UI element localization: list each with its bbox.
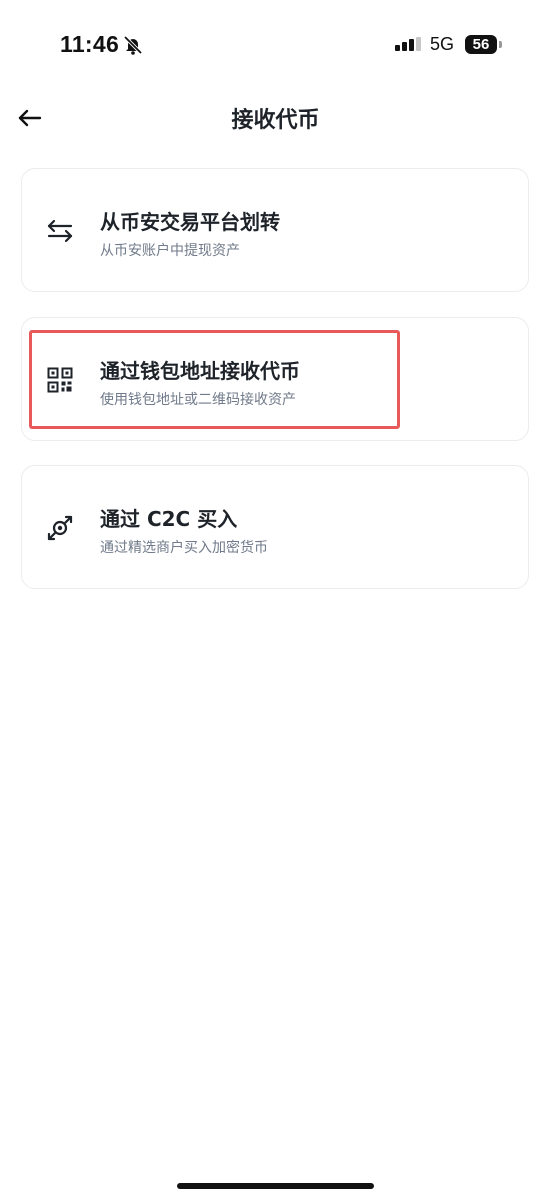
signal-icon bbox=[395, 37, 421, 51]
transfer-arrows-icon bbox=[47, 219, 73, 243]
status-time: 11:46 bbox=[60, 31, 120, 57]
status-bar: 11:46 5G 56 bbox=[0, 0, 551, 90]
option-title: 从币安交易平台划转 bbox=[100, 210, 280, 234]
network-label: 5G bbox=[430, 34, 455, 54]
option-subtitle: 使用钱包地址或二维码接收资产 bbox=[100, 392, 296, 408]
page-title: 接收代币 bbox=[231, 108, 320, 133]
option-wallet-address[interactable]: 通过钱包地址接收代币 使用钱包地址或二维码接收资产 bbox=[21, 317, 529, 441]
option-c2c-buy[interactable]: 通过 C2C 买入 通过精选商户买入加密货币 bbox=[21, 465, 529, 589]
bell-off-icon bbox=[123, 35, 143, 55]
option-exchange-transfer[interactable]: 从币安交易平台划转 从币安账户中提现资产 bbox=[21, 168, 529, 292]
c2c-exchange-icon bbox=[47, 515, 73, 541]
option-subtitle: 通过精选商户买入加密货币 bbox=[100, 540, 268, 556]
qr-code-icon bbox=[47, 367, 73, 393]
battery-nub bbox=[499, 41, 502, 48]
option-title: 通过钱包地址接收代币 bbox=[100, 359, 300, 383]
option-title: 通过 C2C 买入 bbox=[100, 507, 238, 531]
home-indicator bbox=[177, 1183, 374, 1189]
option-subtitle: 从币安账户中提现资产 bbox=[100, 243, 240, 259]
nav-bar: 接收代币 bbox=[0, 90, 551, 146]
battery-indicator: 56 bbox=[465, 35, 497, 54]
